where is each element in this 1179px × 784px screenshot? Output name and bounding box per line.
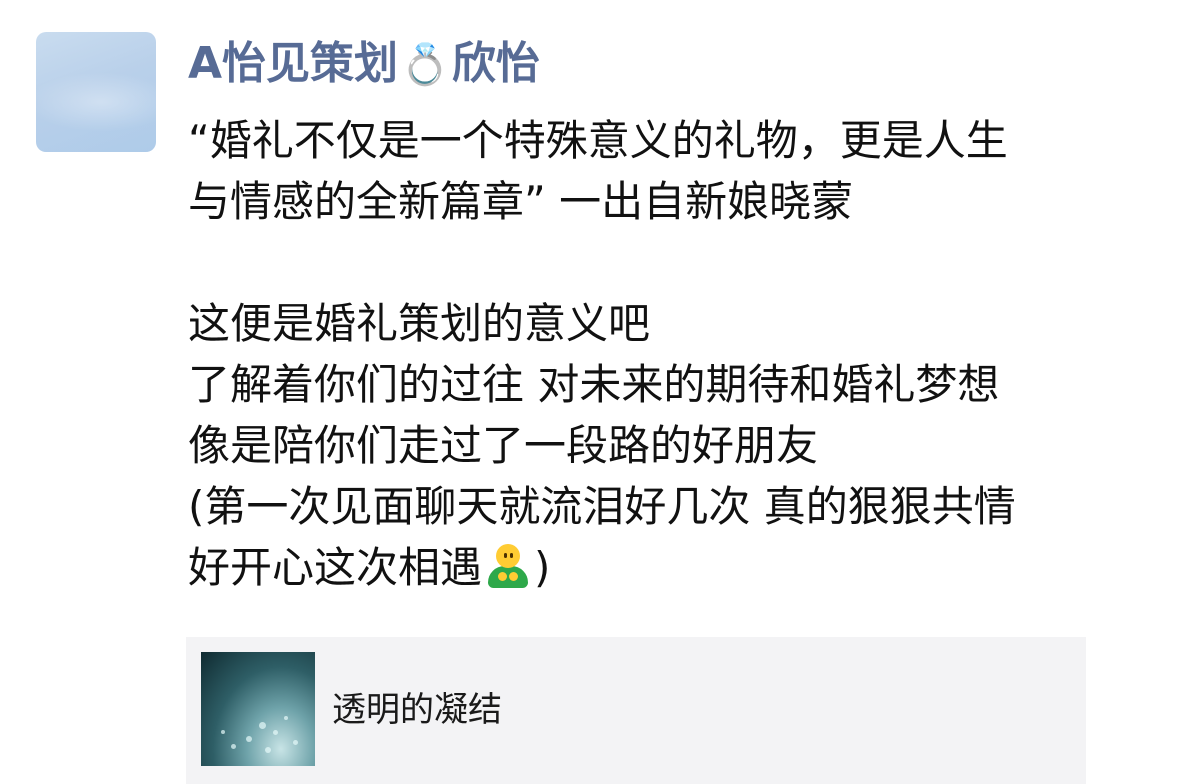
content-line: 与情感的全新篇章” 一出自新娘晓蒙	[188, 177, 854, 226]
author-name-prefix: A怡见策划	[188, 38, 399, 89]
author-name[interactable]: A怡见策划💍欣怡	[188, 34, 540, 94]
water-droplets-thumbnail-icon	[201, 652, 315, 766]
person-emoji-icon	[484, 542, 532, 590]
content-line: 这便是婚礼策划的意义吧	[188, 299, 651, 348]
post-content: “婚礼不仅是一个特殊意义的礼物，更是人生 与情感的全新篇章” 一出自新娘晓蒙 这…	[188, 110, 1148, 598]
content-text: )	[534, 543, 551, 592]
share-card-title: 透明的凝结	[332, 690, 502, 730]
content-text: 好开心这次相遇	[188, 543, 483, 592]
content-line: “婚礼不仅是一个特殊意义的礼物，更是人生	[188, 116, 1008, 165]
content-line-last: 好开心这次相遇 )	[188, 537, 1148, 598]
avatar-sky-haze	[36, 72, 156, 132]
content-line: (第一次见面聊天就流泪好几次 真的狠狠共情	[188, 482, 1016, 531]
author-avatar[interactable]	[36, 32, 156, 152]
shared-music-card[interactable]: 透明的凝结	[186, 637, 1086, 784]
content-line: 像是陪你们走过了一段路的好朋友	[188, 421, 819, 470]
content-line: 了解着你们的过往 对未来的期待和婚礼梦想	[188, 360, 1000, 409]
author-name-suffix: 欣怡	[451, 38, 540, 89]
ring-icon: 💍	[400, 42, 450, 88]
moment-post: A怡见策划💍欣怡 “婚礼不仅是一个特殊意义的礼物，更是人生 与情感的全新篇章” …	[0, 0, 1179, 784]
content-blank-line	[188, 232, 1148, 293]
